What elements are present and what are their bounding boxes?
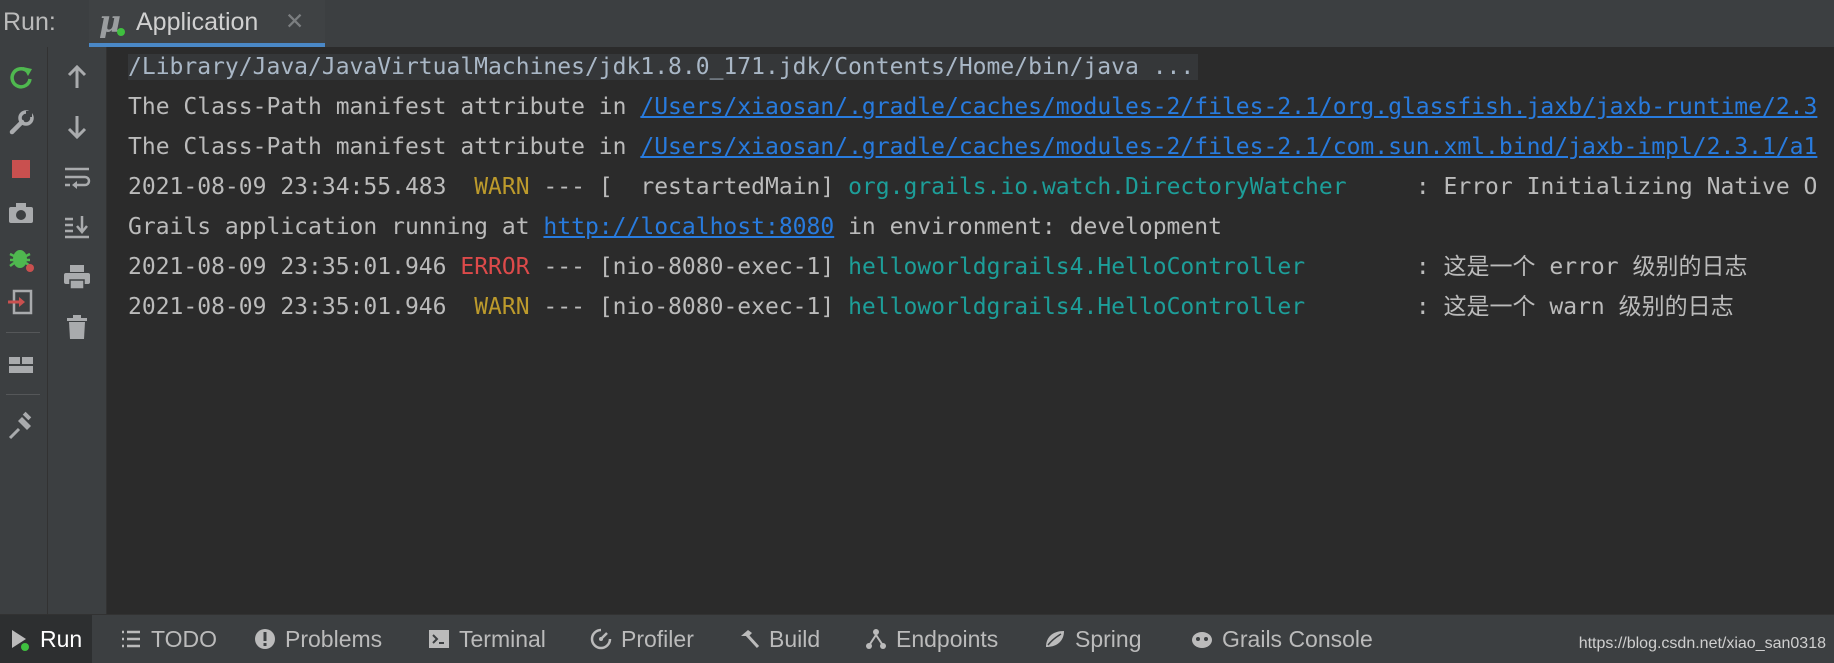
console-output[interactable]: /Library/Java/JavaVirtualMachines/jdk1.8… (107, 47, 1834, 614)
tool-tab-build[interactable]: Build (737, 615, 820, 663)
grails-console-icon (1192, 632, 1212, 648)
tool-tab-endpoints-label: Endpoints (896, 625, 999, 652)
print-icon[interactable] (61, 261, 93, 293)
log-message: : 这是一个 warn 级别的日志 (1305, 294, 1734, 320)
tool-tab-terminal-label: Terminal (459, 625, 546, 652)
tool-tab-profiler-label: Profiler (621, 625, 694, 652)
terminal-icon (429, 630, 449, 648)
arrow-down-icon[interactable] (61, 111, 93, 143)
console-line: Grails application running at http://loc… (128, 212, 1222, 242)
hammer-icon (741, 630, 760, 649)
watermark: https://blog.csdn.net/xiao_san0318 (1578, 635, 1826, 652)
java-command[interactable]: /Library/Java/JavaVirtualMachines/jdk1.8… (128, 54, 1199, 80)
spring-leaf-icon (1046, 631, 1064, 647)
tool-tab-run[interactable]: Run (0, 615, 93, 663)
console-line-command: /Library/Java/JavaVirtualMachines/jdk1.8… (128, 52, 1199, 82)
log-text: in environment: development (834, 214, 1222, 240)
log-thread: --- [nio-8080-exec-1] (529, 254, 849, 280)
log-text: Grails application running at (128, 214, 544, 240)
grails-mu-icon: μ (97, 5, 131, 40)
tool-tab-endpoints[interactable]: Endpoints (864, 615, 998, 663)
log-thread: --- [ restartedMain] (529, 174, 849, 200)
log-level-warn: WARN (474, 294, 530, 320)
log-level-warn: WARN (474, 174, 530, 200)
file-path-link[interactable]: /Users/xiaosan/.gradle/caches/modules-2/… (640, 134, 1817, 160)
tool-tab-spring[interactable]: Spring (1043, 615, 1141, 663)
wrench-icon[interactable] (5, 107, 37, 139)
run-label: Run: (3, 8, 56, 36)
tab-application-label: Application (136, 8, 259, 36)
list-icon (122, 630, 140, 648)
log-message: : Error Initializing Native O (1346, 174, 1818, 200)
tab-application[interactable]: μ Application ✕ (89, 0, 325, 47)
file-path-link[interactable]: /Users/xiaosan/.gradle/caches/modules-2/… (640, 94, 1817, 120)
run-icon (12, 630, 29, 651)
localhost-link[interactable]: http://localhost:8080 (543, 214, 834, 240)
log-timestamp: 2021-08-09 23:35:01.946 (128, 254, 461, 280)
log-timestamp: 2021-08-09 23:35:01.946 (128, 294, 475, 320)
tool-tab-profiler[interactable]: Profiler (589, 615, 694, 663)
debug-bug-icon[interactable] (5, 242, 37, 274)
tool-tab-problems[interactable]: Problems (253, 615, 382, 663)
tool-tab-todo[interactable]: TODO (119, 615, 217, 663)
soft-wrap-icon[interactable] (61, 161, 93, 193)
pin-icon[interactable] (5, 411, 37, 443)
tool-tab-todo-label: TODO (151, 625, 218, 652)
console-line: The Class-Path manifest attribute in /Us… (128, 132, 1817, 162)
log-text: The Class-Path manifest attribute in (128, 134, 641, 160)
tool-window-bar: Run TODO Problems Terminal Profiler Buil… (0, 614, 1834, 663)
console-line: The Class-Path manifest attribute in /Us… (128, 92, 1817, 122)
tool-tab-grails-console-label: Grails Console (1222, 625, 1373, 652)
log-thread: --- [nio-8080-exec-1] (529, 294, 849, 320)
tool-tab-terminal[interactable]: Terminal (427, 615, 546, 663)
toolbar-separator (6, 394, 40, 395)
arrow-up-icon[interactable] (61, 61, 93, 93)
tool-tab-spring-label: Spring (1075, 625, 1142, 652)
log-logger: org.grails.io.watch.DirectoryWatcher (848, 174, 1347, 200)
log-message: : 这是一个 error 级别的日志 (1305, 254, 1748, 280)
layout-icon[interactable] (5, 349, 37, 381)
console-line: 2021-08-09 23:35:01.946 ERROR --- [nio-8… (128, 252, 1747, 282)
tool-tab-problems-label: Problems (285, 625, 383, 652)
close-icon[interactable]: ✕ (285, 9, 304, 35)
console-line: 2021-08-09 23:34:55.483 WARN --- [ resta… (128, 172, 1817, 202)
log-text: The Class-Path manifest attribute in (128, 94, 641, 120)
tool-tab-build-label: Build (769, 625, 821, 652)
log-logger: helloworldgrails4.HelloController (848, 254, 1306, 280)
tool-tab-run-label: Run (40, 625, 83, 652)
rerun-icon[interactable] (5, 61, 37, 93)
console-line: 2021-08-09 23:35:01.946 WARN --- [nio-80… (128, 292, 1734, 322)
scroll-to-end-icon[interactable] (61, 211, 93, 243)
run-toolbar-primary (0, 47, 48, 614)
trash-icon[interactable] (61, 311, 93, 343)
log-logger: helloworldgrails4.HelloController (848, 294, 1306, 320)
stop-icon[interactable] (5, 153, 37, 185)
warning-circle-icon (255, 629, 275, 649)
tool-tab-grails-console[interactable]: Grails Console (1190, 615, 1373, 663)
run-tool-window-header: Run: μ Application ✕ (0, 0, 1834, 48)
camera-icon[interactable] (5, 197, 37, 229)
exit-icon[interactable] (5, 286, 37, 318)
log-timestamp: 2021-08-09 23:34:55.483 (128, 174, 475, 200)
profiler-icon (590, 628, 612, 650)
log-level-error: ERROR (460, 254, 530, 280)
toolbar-separator (6, 332, 40, 333)
run-toolbar-secondary (48, 47, 107, 614)
endpoints-icon (866, 629, 886, 649)
